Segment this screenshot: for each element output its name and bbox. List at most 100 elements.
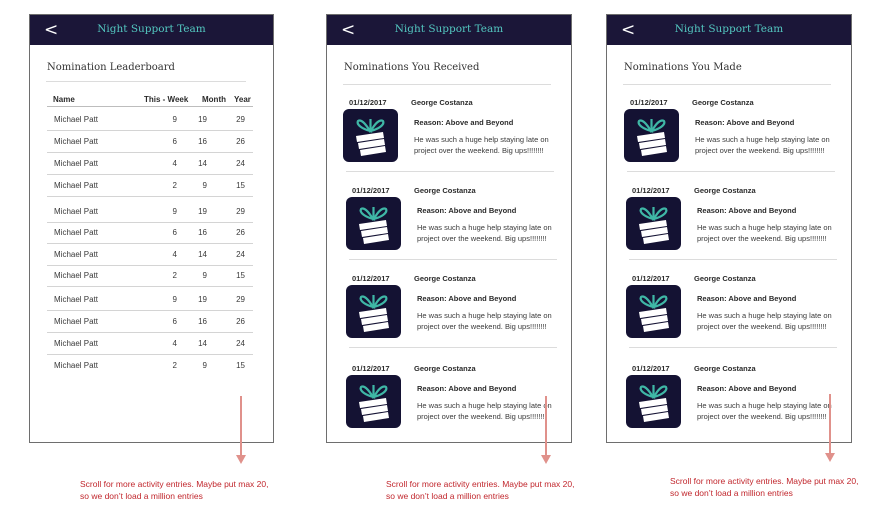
month-cell: 16 bbox=[198, 137, 207, 146]
gift-icon bbox=[626, 375, 681, 428]
card-divider bbox=[346, 171, 554, 172]
nominee-name: George Costanza bbox=[414, 364, 476, 373]
name-cell: Michael Patt bbox=[54, 339, 99, 348]
month-cell: 14 bbox=[198, 339, 207, 348]
nomination-reason: Reason: Above and Beyond bbox=[695, 118, 795, 127]
page-title: Nominations You Made bbox=[624, 62, 742, 73]
gift-icon bbox=[346, 197, 401, 250]
nomination-card[interactable]: 01/12/2017 George Costanza Reason: Above a… bbox=[343, 98, 564, 186]
card-divider bbox=[627, 171, 835, 172]
scroll-note: Scroll for more activity entries. Maybe … bbox=[386, 479, 575, 501]
week-cell: 4 bbox=[172, 250, 177, 259]
year-cell: 15 bbox=[236, 181, 245, 190]
nomination-card[interactable]: 01/12/2017 George Costanza Reason: Above a… bbox=[346, 364, 567, 442]
nomination-card[interactable]: 01/12/2017 George Costanza Reason: Above a… bbox=[626, 274, 847, 362]
year-cell: 26 bbox=[236, 137, 245, 146]
nomination-card[interactable]: 01/12/2017 George Costanza Reason: Above a… bbox=[624, 98, 845, 186]
nomination-reason: Reason: Above and Beyond bbox=[697, 206, 797, 215]
table-row: Michael Patt 6 16 26 bbox=[47, 222, 253, 244]
table-row: Michael Patt 9 19 29 bbox=[47, 109, 253, 131]
nomination-date: 01/12/2017 bbox=[352, 274, 390, 283]
table-row: Michael Patt 2 9 15 bbox=[47, 355, 253, 377]
nomination-reason: Reason: Above and Beyond bbox=[417, 294, 517, 303]
year-cell: 29 bbox=[236, 295, 245, 304]
week-cell: 4 bbox=[172, 159, 177, 168]
nomination-reason: Reason: Above and Beyond bbox=[697, 294, 797, 303]
year-cell: 15 bbox=[236, 271, 245, 280]
name-cell: Michael Patt bbox=[54, 317, 99, 326]
scroll-arrow bbox=[545, 396, 547, 456]
name-cell: Michael Patt bbox=[54, 159, 99, 168]
nominee-name: George Costanza bbox=[692, 98, 754, 107]
page-title: Nominations You Received bbox=[344, 62, 480, 73]
nomination-card[interactable]: 01/12/2017 George Costanza Reason: Above a… bbox=[346, 186, 567, 274]
week-cell: 6 bbox=[172, 317, 177, 326]
gift-icon bbox=[624, 109, 679, 162]
nomination-date: 01/12/2017 bbox=[632, 186, 670, 195]
month-cell: 16 bbox=[198, 317, 207, 326]
gift-icon bbox=[626, 197, 681, 250]
received-screen: < Night Support Team Nominations You Rec… bbox=[326, 14, 572, 443]
week-cell: 6 bbox=[172, 228, 177, 237]
month-cell: 19 bbox=[198, 115, 207, 124]
year-cell: 24 bbox=[236, 159, 245, 168]
nominee-name: George Costanza bbox=[694, 364, 756, 373]
made-screen: < Night Support Team Nominations You Mad… bbox=[606, 14, 852, 443]
table-row: Michael Patt 4 14 24 bbox=[47, 153, 253, 175]
app-header: < Night Support Team bbox=[30, 15, 273, 45]
nominee-name: George Costanza bbox=[694, 274, 756, 283]
gift-icon bbox=[343, 109, 398, 162]
card-divider bbox=[349, 347, 557, 348]
week-cell: 2 bbox=[172, 181, 177, 190]
week-cell: 2 bbox=[172, 271, 177, 280]
table-row: Michael Patt 6 16 26 bbox=[47, 311, 253, 333]
month-cell: 9 bbox=[202, 361, 207, 370]
title-divider bbox=[623, 84, 831, 85]
leaderboard-screen: < Night Support Team Nomination Leaderbo… bbox=[29, 14, 274, 443]
nomination-reason: Reason: Above and Beyond bbox=[417, 206, 517, 215]
month-cell: 19 bbox=[198, 207, 207, 216]
nomination-message: He was such a huge help staying late on … bbox=[414, 135, 549, 155]
nomination-date: 01/12/2017 bbox=[630, 98, 668, 107]
app-header: < Night Support Team bbox=[327, 15, 571, 45]
header-title: Night Support Team bbox=[394, 23, 504, 35]
week-cell: 4 bbox=[172, 339, 177, 348]
nomination-message: He was such a huge help staying late on … bbox=[695, 135, 830, 155]
nomination-card[interactable]: 01/12/2017 George Costanza Reason: Above a… bbox=[626, 186, 847, 274]
nomination-card[interactable]: 01/12/2017 George Costanza Reason: Above a… bbox=[626, 364, 847, 442]
card-divider bbox=[629, 347, 837, 348]
nomination-date: 01/12/2017 bbox=[632, 274, 670, 283]
nomination-card[interactable]: 01/12/2017 George Costanza Reason: Above a… bbox=[346, 274, 567, 362]
header-title: Night Support Team bbox=[97, 23, 206, 35]
gift-icon bbox=[346, 285, 401, 338]
name-cell: Michael Patt bbox=[54, 295, 99, 304]
nomination-date: 01/12/2017 bbox=[349, 98, 387, 107]
nomination-message: He was such a huge help staying late on … bbox=[417, 311, 552, 331]
year-cell: 24 bbox=[236, 339, 245, 348]
scroll-arrow-head bbox=[541, 455, 551, 464]
scroll-arrow-head bbox=[236, 455, 246, 464]
nomination-reason: Reason: Above and Beyond bbox=[417, 384, 517, 393]
year-cell: 29 bbox=[236, 115, 245, 124]
month-cell: 9 bbox=[202, 181, 207, 190]
column-header-week: This - Week bbox=[144, 95, 189, 104]
card-divider bbox=[349, 259, 557, 260]
name-cell: Michael Patt bbox=[54, 361, 99, 370]
name-cell: Michael Patt bbox=[54, 250, 99, 259]
table-row: Michael Patt 9 19 29 bbox=[47, 201, 253, 223]
year-cell: 26 bbox=[236, 317, 245, 326]
table-row: Michael Patt 9 19 29 bbox=[47, 289, 253, 311]
page-title: Nomination Leaderboard bbox=[47, 62, 175, 73]
nominee-name: George Costanza bbox=[414, 186, 476, 195]
week-cell: 6 bbox=[172, 137, 177, 146]
table-row: Michael Patt 2 9 15 bbox=[47, 265, 253, 287]
table-row: Michael Patt 4 14 24 bbox=[47, 333, 253, 355]
week-cell: 9 bbox=[172, 115, 177, 124]
name-cell: Michael Patt bbox=[54, 137, 99, 146]
title-divider bbox=[343, 84, 551, 85]
nomination-reason: Reason: Above and Beyond bbox=[414, 118, 514, 127]
name-cell: Michael Patt bbox=[54, 228, 99, 237]
scroll-arrow bbox=[829, 394, 831, 454]
nomination-date: 01/12/2017 bbox=[352, 186, 390, 195]
week-cell: 9 bbox=[172, 207, 177, 216]
